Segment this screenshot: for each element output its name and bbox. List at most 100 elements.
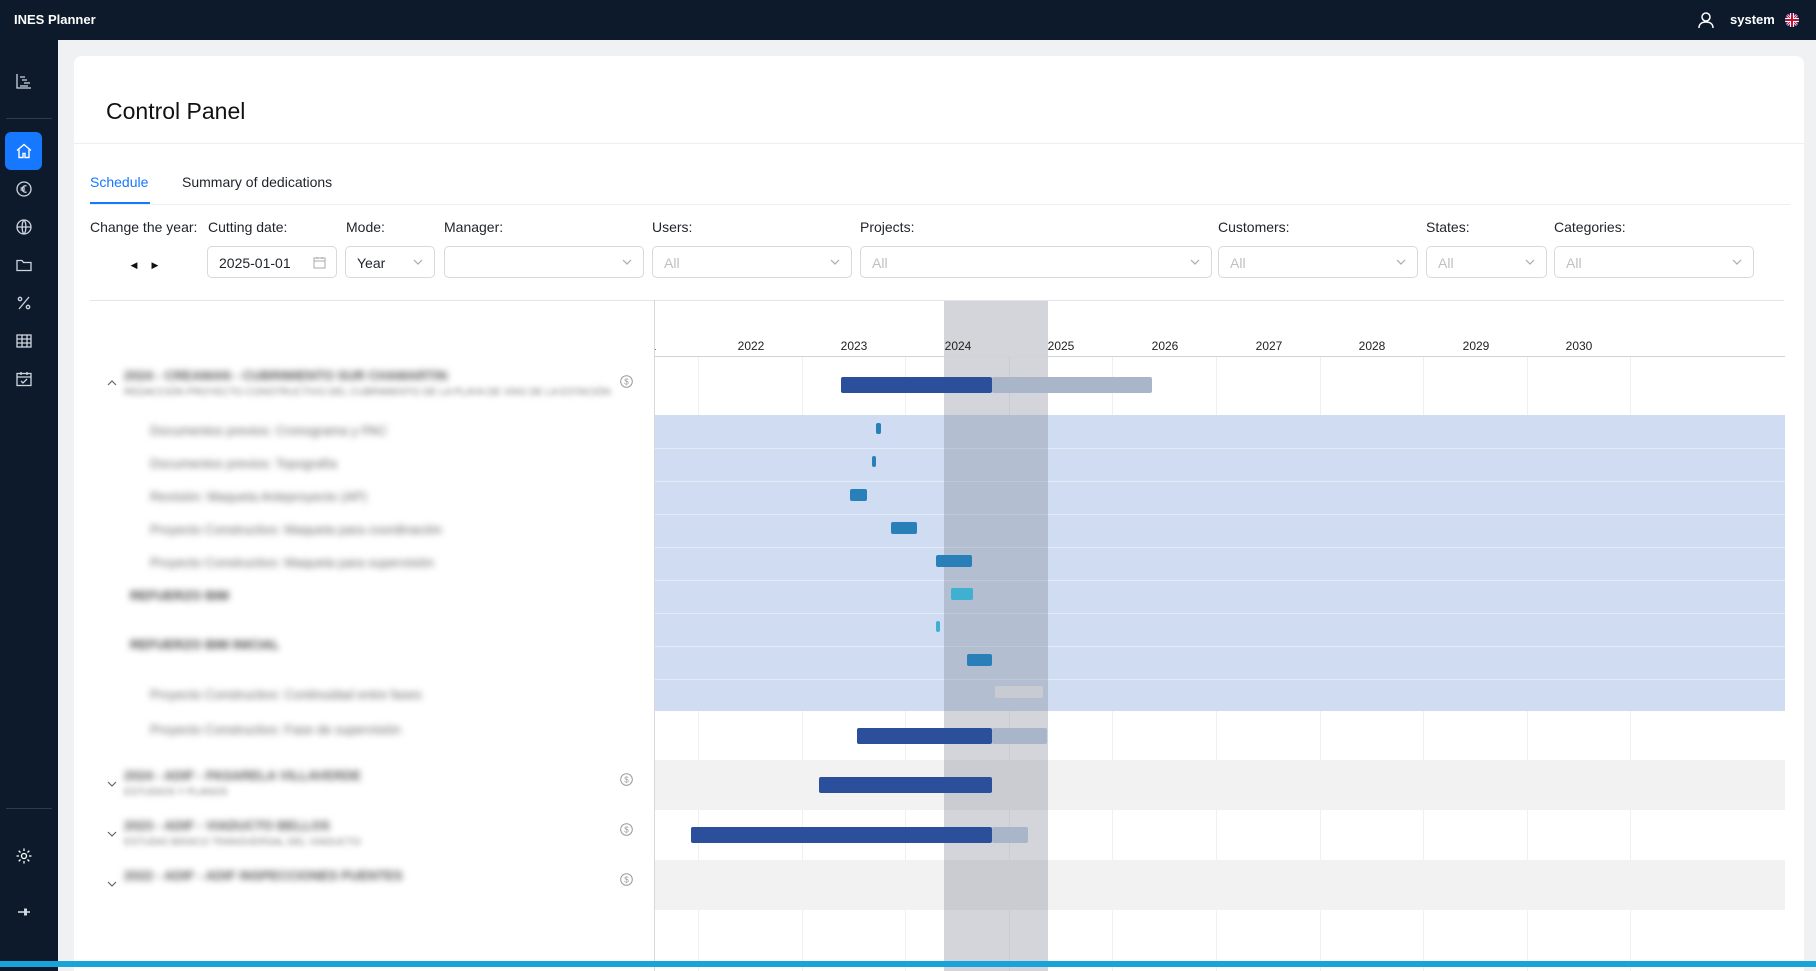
states-select[interactable]: All: [1426, 246, 1547, 278]
gantt-row-background: [655, 448, 1785, 481]
row-divider: [655, 514, 1785, 515]
task-title: Documentos previos: Cronograma y PAC: [150, 423, 388, 438]
task-row[interactable]: REFUERZO BIM: [90, 580, 670, 613]
gantt-bar-future[interactable]: [991, 827, 1028, 843]
nav-settings[interactable]: [5, 837, 42, 875]
tabs-divider: [90, 204, 1790, 205]
row-divider: [655, 547, 1785, 548]
gantt-bar-project[interactable]: [841, 377, 992, 393]
gantt-bar-project[interactable]: [691, 827, 992, 843]
gantt-bar-grey[interactable]: [994, 686, 1044, 698]
gantt-bar-future[interactable]: [991, 377, 1153, 393]
gantt-bar-task[interactable]: [849, 488, 868, 501]
manager-select[interactable]: [444, 246, 644, 278]
nav-percentages[interactable]: [5, 284, 42, 322]
year-label: 2022: [737, 339, 765, 353]
categories-value: All: [1566, 255, 1582, 271]
gantt-bar-task[interactable]: [871, 456, 876, 467]
gantt-bar-future[interactable]: [991, 727, 1047, 744]
project-row[interactable]: 2024 - CREAMAN - CUBRIMIENTO SUR CHAMART…: [90, 357, 670, 415]
chevron-down-icon[interactable]: [106, 828, 118, 840]
task-row[interactable]: Revisión: Maqueta Anteproyecto (AP): [90, 481, 670, 514]
project-subtitle: ESTUDIOS Y PLANOS: [124, 787, 228, 798]
nav-calendar[interactable]: [5, 360, 42, 398]
users-select[interactable]: All: [652, 246, 852, 278]
task-row[interactable]: REFUERZO BIM INICIAL: [90, 613, 670, 652]
projects-value: All: [872, 255, 888, 271]
globe-icon: [15, 219, 32, 235]
content-card: Control Panel Schedule Summary of dedica…: [74, 56, 1804, 971]
top-bar: INES Planner system: [0, 0, 1816, 40]
task-row[interactable]: Documentos previos: Topografía: [90, 448, 670, 481]
project-row[interactable]: 2024 - ADIF - PASARELA VILLAVERDE ESTUDIO…: [90, 760, 670, 810]
pin-icon: [17, 908, 30, 916]
gantt-timeline[interactable]: 1 2022 2023 2024 2025 2026 2027 2028 2029 2030: [655, 301, 1785, 971]
project-subtitle: ESTUDIO BÁSICO TRANSVERSAL DEL VIADUCTO: [124, 837, 361, 848]
states-value: All: [1438, 255, 1454, 271]
chevron-down-icon[interactable]: [106, 878, 118, 890]
year-label: 1: [655, 339, 656, 353]
row-divider: [655, 646, 1785, 647]
uk-flag-icon[interactable]: [1785, 13, 1799, 27]
nav-pin[interactable]: [5, 893, 42, 931]
projects-select[interactable]: All: [860, 246, 1212, 278]
nav-projects[interactable]: [5, 246, 42, 284]
gantt-bar-project[interactable]: [857, 727, 992, 744]
timeline-header-divider: [655, 356, 1785, 357]
cutting-date-band: [944, 301, 1048, 971]
gantt-bar-task[interactable]: [935, 554, 972, 567]
dollar-icon[interactable]: $: [620, 375, 633, 388]
dollar-icon[interactable]: $: [620, 873, 633, 886]
user-name[interactable]: system: [1730, 12, 1775, 27]
dollar-icon[interactable]: $: [620, 773, 633, 786]
chevron-down-icon[interactable]: [106, 778, 118, 790]
task-title: Proyecto Constructivo: Continuidad entre…: [150, 687, 422, 702]
nav-home[interactable]: [5, 132, 42, 170]
mode-label: Mode:: [346, 219, 385, 235]
gear-icon: [16, 848, 31, 864]
gantt-bar-task[interactable]: [891, 521, 918, 534]
task-row[interactable]: Documentos previos: Cronograma y PAC: [90, 415, 670, 448]
projects-label: Projects:: [860, 219, 915, 235]
gantt-bar-task[interactable]: [875, 423, 881, 434]
nav-table[interactable]: [5, 322, 42, 360]
project-row[interactable]: 2022 - ADIF - ADIF INSPECCIONES PUENTES $: [90, 860, 670, 910]
gantt-bar-task[interactable]: [966, 653, 992, 666]
gantt-bar-light[interactable]: [935, 621, 940, 632]
tab-summary-of-dedications[interactable]: Summary of dedications: [182, 174, 332, 190]
users-label: Users:: [652, 219, 693, 235]
chevron-down-icon: [1190, 259, 1200, 265]
change-year-label: Change the year:: [90, 219, 198, 235]
dollar-icon[interactable]: $: [620, 823, 633, 836]
user-icon[interactable]: [1696, 10, 1716, 30]
gantt-bar-light[interactable]: [951, 587, 974, 600]
chevron-up-icon[interactable]: [106, 377, 118, 389]
next-year-button[interactable]: ▶: [148, 258, 162, 272]
app-title[interactable]: INES Planner: [14, 12, 96, 27]
gantt-row-background: [655, 415, 1785, 448]
categories-select[interactable]: All: [1554, 246, 1754, 278]
task-row[interactable]: [90, 646, 670, 679]
mode-value: Year: [357, 255, 386, 271]
project-title: 2024 - ADIF - PASARELA VILLAVERDE: [124, 768, 361, 783]
tab-schedule[interactable]: Schedule: [90, 174, 148, 190]
mode-select[interactable]: Year: [345, 246, 435, 278]
customers-select[interactable]: All: [1218, 246, 1418, 278]
nav-globe[interactable]: [5, 208, 42, 246]
home-icon: [16, 143, 31, 159]
task-row[interactable]: Proyecto Constructivo: Maqueta para coor…: [90, 514, 670, 547]
manager-label: Manager:: [444, 219, 504, 235]
page-title: Control Panel: [106, 98, 246, 124]
project-subtitle: REDACCIÓN PROYECTO CONSTRUCTIVO DEL CUBR…: [124, 387, 611, 398]
task-row[interactable]: Proyecto Constructivo: Continuidad entre…: [90, 679, 670, 711]
nav-finance[interactable]: [5, 170, 42, 208]
gantt-bar-project[interactable]: [818, 777, 992, 793]
task-row[interactable]: Proyecto Constructivo: Maqueta para supe…: [90, 547, 670, 580]
gantt-row-background: [655, 547, 1785, 580]
previous-year-button[interactable]: ◀: [127, 258, 141, 272]
cutting-date-picker[interactable]: 2025-01-01: [207, 246, 337, 278]
side-nav: [0, 40, 58, 971]
project-row[interactable]: 2023 - ADIF - VIADUCTO BELLOS ESTUDIO BÁS…: [90, 810, 670, 860]
task-row[interactable]: Proyecto Constructivo: Fase de supervisi…: [90, 711, 670, 760]
nav-gantt[interactable]: [5, 62, 42, 100]
